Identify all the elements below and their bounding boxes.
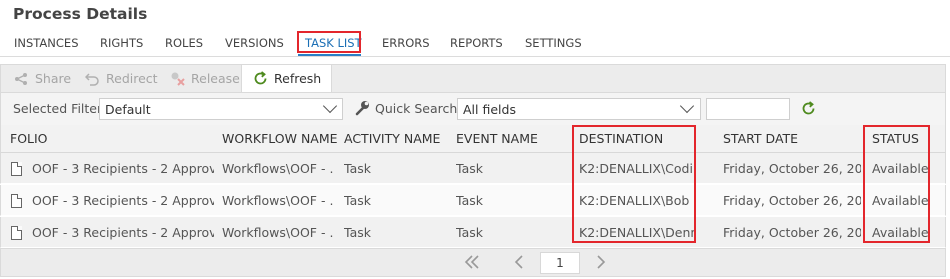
column-header-destination[interactable]: DESTINATION (579, 131, 663, 146)
page-number-box[interactable]: 1 (540, 252, 580, 274)
table-row[interactable]: OOF - 3 Recipients - 2 Approved Workflow… (0, 153, 946, 184)
tab-settings[interactable]: SETTINGS (525, 36, 582, 50)
tab-task-list[interactable]: TASK LIST (305, 36, 362, 50)
cell-event-name: Task (456, 225, 483, 240)
quick-search-input[interactable] (706, 98, 790, 120)
share-button[interactable]: Share (13, 65, 71, 92)
quick-search-field-value: All fields (463, 102, 516, 117)
cell-start-date: Friday, October 26, 2018 (723, 161, 861, 176)
active-tab-underline (298, 54, 361, 56)
table-row[interactable]: OOF - 3 Recipients - 2 Approved Workflow… (0, 185, 946, 216)
cell-destination: K2:DENALLIX\Dennis (579, 225, 695, 240)
column-header-event-name[interactable]: EVENT NAME (456, 131, 538, 146)
selected-filter-label: Selected Filter: (13, 101, 107, 116)
cell-destination: K2:DENALLIX\Bob (579, 193, 690, 208)
toolbar: Share Redirect Release Refresh (0, 64, 946, 93)
share-label: Share (35, 71, 72, 86)
search-refresh-icon[interactable] (801, 101, 816, 120)
column-header-workflow-name[interactable]: WORKFLOW NAME (222, 131, 338, 146)
cell-event-name: Task (456, 193, 483, 208)
chevron-down-icon (322, 98, 338, 114)
filter-bar: Selected Filter: Default Quick Search: A… (0, 93, 946, 125)
release-button[interactable]: Release (169, 65, 240, 92)
refresh-icon (252, 71, 268, 87)
redirect-label: Redirect (106, 71, 158, 86)
tab-reports[interactable]: REPORTS (450, 36, 503, 50)
tab-instances[interactable]: INSTANCES (14, 36, 79, 50)
table-header: FOLIO WORKFLOW NAME ACTIVITY NAME EVENT … (0, 125, 946, 153)
cell-activity-name: Task (344, 225, 371, 240)
quick-search-label: Quick Search: (375, 101, 462, 116)
table-row[interactable]: OOF - 3 Recipients - 2 Approved Workflow… (0, 217, 946, 248)
tab-bar: INSTANCES RIGHTS ROLES VERSIONS TASK LIS… (0, 33, 950, 57)
tab-rights[interactable]: RIGHTS (100, 36, 143, 50)
cell-folio: OOF - 3 Recipients - 2 Approved (32, 225, 214, 240)
chevron-down-icon (679, 98, 695, 114)
selected-filter-value: Default (105, 102, 151, 117)
cell-activity-name: Task (344, 193, 371, 208)
release-icon (169, 71, 185, 87)
release-label: Release (191, 71, 240, 86)
document-icon (11, 226, 22, 240)
tab-roles[interactable]: ROLES (165, 36, 203, 50)
next-page-icon[interactable] (595, 253, 607, 275)
refresh-label: Refresh (274, 71, 322, 86)
cell-workflow-name: Workflows\OOF - ... (222, 225, 334, 240)
redirect-icon (84, 71, 100, 87)
cell-start-date: Friday, October 26, 2018 (723, 193, 861, 208)
cell-status: Available (872, 225, 929, 240)
cell-status: Available (872, 161, 929, 176)
wrench-icon (354, 100, 370, 120)
cell-folio: OOF - 3 Recipients - 2 Approved (32, 161, 214, 176)
cell-folio: OOF - 3 Recipients - 2 Approved (32, 193, 214, 208)
cell-activity-name: Task (344, 161, 371, 176)
tab-errors[interactable]: ERRORS (382, 36, 430, 50)
quick-search-field-dropdown[interactable]: All fields (457, 98, 701, 120)
document-icon (11, 162, 22, 176)
cell-status: Available (872, 193, 929, 208)
cell-destination: K2:DENALLIX\Codi (579, 161, 693, 176)
cell-workflow-name: Workflows\OOF - ... (222, 193, 334, 208)
first-page-icon[interactable] (463, 253, 481, 275)
share-icon (13, 71, 29, 87)
cell-workflow-name: Workflows\OOF - ... (222, 161, 334, 176)
selected-filter-dropdown[interactable]: Default (99, 98, 343, 120)
refresh-button[interactable]: Refresh (241, 65, 333, 92)
previous-page-icon[interactable] (513, 253, 525, 275)
column-header-status[interactable]: STATUS (872, 131, 919, 146)
cell-start-date: Friday, October 26, 2018 (723, 225, 861, 240)
document-icon (11, 194, 22, 208)
column-header-folio[interactable]: FOLIO (10, 131, 48, 146)
redirect-button[interactable]: Redirect (84, 65, 158, 92)
column-header-activity-name[interactable]: ACTIVITY NAME (344, 131, 440, 146)
tab-versions[interactable]: VERSIONS (225, 36, 284, 50)
cell-event-name: Task (456, 161, 483, 176)
page-title: Process Details (13, 5, 148, 23)
pager: 1 (0, 248, 946, 277)
column-header-start-date[interactable]: START DATE (723, 131, 798, 146)
